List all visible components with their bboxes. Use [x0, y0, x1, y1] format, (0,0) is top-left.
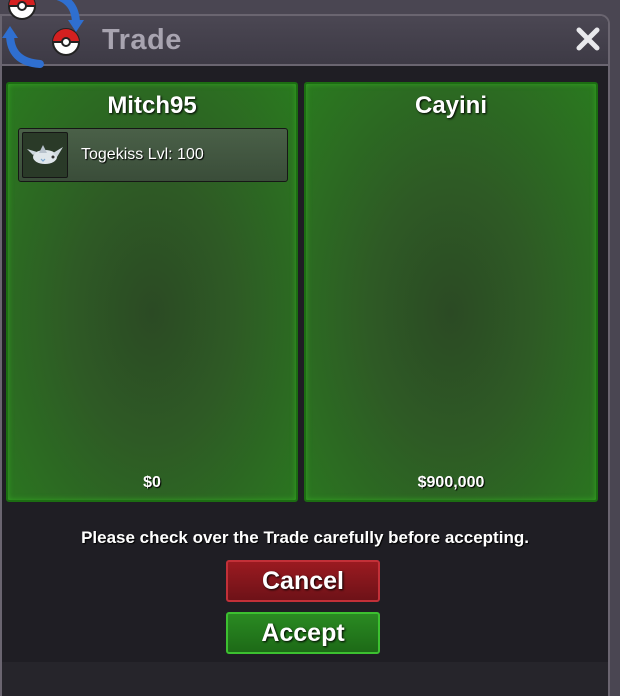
player-name-right: Cayini [414, 92, 488, 119]
my-offer-panel: Mitch95 Togekiss Lvl: 100 $0 [6, 82, 298, 502]
partner-offer-panel: Cayini $900,000 [304, 82, 598, 502]
close-icon[interactable] [574, 25, 602, 53]
trade-notice: Please check over the Trade carefully be… [81, 528, 529, 547]
trade-body: Mitch95 Togekiss Lvl: 100 $0 Cayini $900… [2, 66, 608, 662]
money-left: $0 [143, 474, 161, 491]
trade-window: Trade Mitch95 Togekiss Lvl: 100 $0 Cayin… [0, 14, 610, 696]
window-title: Trade [102, 24, 182, 56]
game-screen: Trade Mitch95 Togekiss Lvl: 100 $0 Cayin… [0, 0, 620, 696]
offer-item[interactable]: Togekiss Lvl: 100 [18, 128, 288, 182]
togekiss-sprite-icon [22, 132, 68, 178]
accept-button[interactable]: Accept [226, 612, 380, 654]
offer-item-label: Togekiss Lvl: 100 [81, 146, 204, 163]
player-name-left: Mitch95 [107, 92, 197, 119]
cancel-button[interactable]: Cancel [226, 560, 380, 602]
money-right: $900,000 [417, 474, 485, 491]
title-bar[interactable]: Trade [2, 16, 608, 66]
trade-logo-icon [2, 0, 84, 68]
